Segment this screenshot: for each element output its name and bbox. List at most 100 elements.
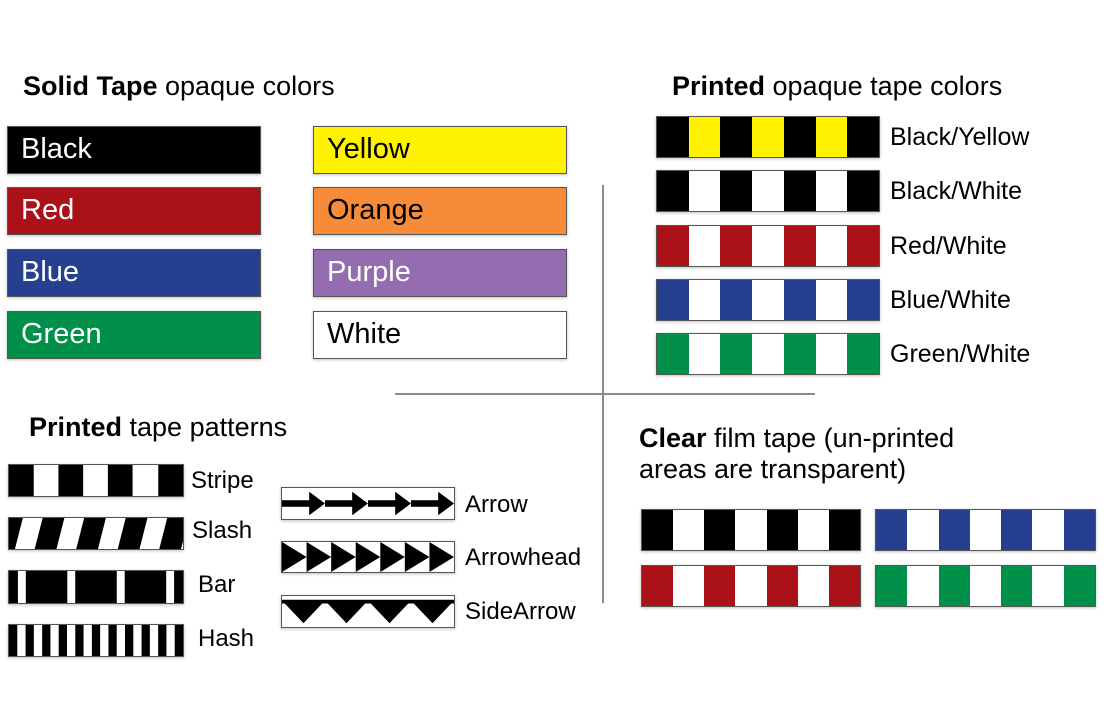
stripe-secondary bbox=[815, 171, 848, 211]
sidearrow-triangle bbox=[325, 601, 368, 624]
arrowhead-pattern-graphic bbox=[282, 542, 454, 572]
arrow-head bbox=[438, 491, 454, 516]
stripe-secondary bbox=[907, 566, 939, 606]
stripe-primary bbox=[847, 334, 879, 374]
arrowhead-triangle bbox=[282, 542, 307, 572]
hash-bar bbox=[108, 625, 117, 656]
printed-tape-label: Blue/White bbox=[890, 286, 1011, 314]
pattern-sidearrow bbox=[281, 595, 455, 628]
clear-heading-line1: film tape (un-printed bbox=[706, 423, 955, 453]
solid-tape-purple: Purple bbox=[313, 249, 567, 297]
arrow-head bbox=[395, 491, 411, 516]
stripe-primary bbox=[828, 510, 860, 550]
stripe-primary bbox=[720, 280, 753, 320]
tape-label: Blue bbox=[21, 256, 80, 288]
stripe-primary bbox=[704, 566, 736, 606]
solid-tape-heading: Solid Tape opaque colors bbox=[23, 70, 335, 102]
arrow-shaft bbox=[282, 500, 312, 507]
arrowhead-triangle bbox=[380, 542, 405, 572]
stripe-primary bbox=[828, 566, 860, 606]
stripe-secondary bbox=[688, 334, 721, 374]
printed-tape-black-white bbox=[656, 170, 880, 212]
pattern-label: Arrow bbox=[465, 491, 528, 518]
stripe-primary bbox=[766, 510, 798, 550]
clear-film-heading: Clear film tape (un-printed areas are tra… bbox=[639, 423, 954, 485]
stripe-primary bbox=[783, 280, 816, 320]
solid-tape-yellow: Yellow bbox=[313, 126, 567, 174]
stripe-pattern-graphic bbox=[9, 465, 183, 496]
stripe-primary bbox=[720, 334, 753, 374]
stripe-secondary bbox=[815, 117, 848, 157]
printed-tape-blue-white bbox=[656, 279, 880, 321]
hash-bar bbox=[158, 625, 167, 656]
patterns-heading: Printed tape patterns bbox=[29, 411, 287, 443]
pattern-label: Arrowhead bbox=[465, 544, 582, 571]
stripe-primary bbox=[938, 566, 970, 606]
stripe-primary bbox=[1001, 510, 1033, 550]
arrowhead-triangle bbox=[429, 542, 454, 572]
pattern-label: Hash bbox=[198, 625, 255, 652]
stripe-primary bbox=[642, 510, 674, 550]
solid-tape-green: Green bbox=[7, 311, 261, 359]
stripe-primary bbox=[847, 171, 879, 211]
stripe-secondary bbox=[797, 566, 829, 606]
tape-label: Orange bbox=[327, 194, 424, 226]
pattern-arrow bbox=[281, 487, 455, 520]
pattern-hash bbox=[8, 624, 184, 657]
slash-pattern-graphic bbox=[9, 518, 183, 549]
hash-bar bbox=[141, 625, 150, 656]
stripe-primary bbox=[1063, 566, 1095, 606]
arrow-head bbox=[352, 491, 368, 516]
stripe-primary bbox=[720, 171, 753, 211]
clear-tape-red bbox=[641, 565, 861, 607]
stripe-primary bbox=[783, 334, 816, 374]
stripe-primary bbox=[1063, 510, 1095, 550]
printed-colors-heading: Printed opaque tape colors bbox=[672, 70, 1002, 102]
stripe-primary bbox=[876, 510, 908, 550]
arrowhead-triangle bbox=[331, 542, 356, 572]
stripe-primary bbox=[938, 510, 970, 550]
arrowhead-triangle bbox=[355, 542, 381, 572]
patterns-heading-rest: tape patterns bbox=[122, 412, 288, 442]
bar-pattern-graphic bbox=[9, 571, 183, 603]
solid-tape-red: Red bbox=[7, 187, 261, 235]
solid-heading-bold: Solid Tape bbox=[23, 71, 158, 101]
tape-label: Red bbox=[21, 194, 75, 226]
hash-bar bbox=[58, 625, 67, 656]
printed-tape-label: Red/White bbox=[890, 232, 1007, 260]
hash-bar bbox=[75, 625, 84, 656]
stripe-secondary bbox=[815, 334, 848, 374]
pattern-label: Slash bbox=[192, 517, 253, 544]
printed-tape-label: Green/White bbox=[890, 340, 1031, 368]
stripe-secondary bbox=[688, 226, 721, 266]
stripe-primary bbox=[657, 226, 689, 266]
arrowhead-triangle bbox=[306, 542, 332, 572]
stripe-secondary bbox=[688, 171, 721, 211]
stripe-secondary bbox=[752, 117, 784, 157]
sidearrow-triangle bbox=[368, 601, 411, 624]
stripe-secondary bbox=[688, 280, 721, 320]
tape-label: White bbox=[327, 318, 402, 350]
stripe-secondary bbox=[1032, 510, 1064, 550]
stripe-secondary bbox=[673, 566, 705, 606]
pattern-label: Stripe bbox=[191, 467, 254, 494]
pattern-label: SideArrow bbox=[465, 598, 576, 625]
pattern-bar bbox=[8, 570, 184, 604]
stripe-secondary bbox=[735, 510, 767, 550]
hash-bar bbox=[42, 625, 51, 656]
hash-bar bbox=[174, 625, 183, 656]
hash-bar bbox=[125, 625, 134, 656]
printed-tape-green-white bbox=[656, 333, 880, 375]
tape-label: Yellow bbox=[327, 133, 410, 165]
stripe-primary bbox=[847, 226, 879, 266]
arrow-shaft bbox=[411, 500, 441, 507]
stripe-secondary bbox=[752, 226, 784, 266]
clear-tape-blue bbox=[875, 509, 1096, 551]
horizontal-divider bbox=[395, 393, 815, 395]
printed-tape-black-yellow bbox=[656, 116, 880, 158]
arrow-shaft bbox=[368, 500, 398, 507]
hash-bar bbox=[91, 625, 101, 656]
stripe-primary bbox=[720, 226, 753, 266]
hash-pattern-graphic bbox=[9, 625, 183, 656]
stripe-primary bbox=[876, 566, 908, 606]
